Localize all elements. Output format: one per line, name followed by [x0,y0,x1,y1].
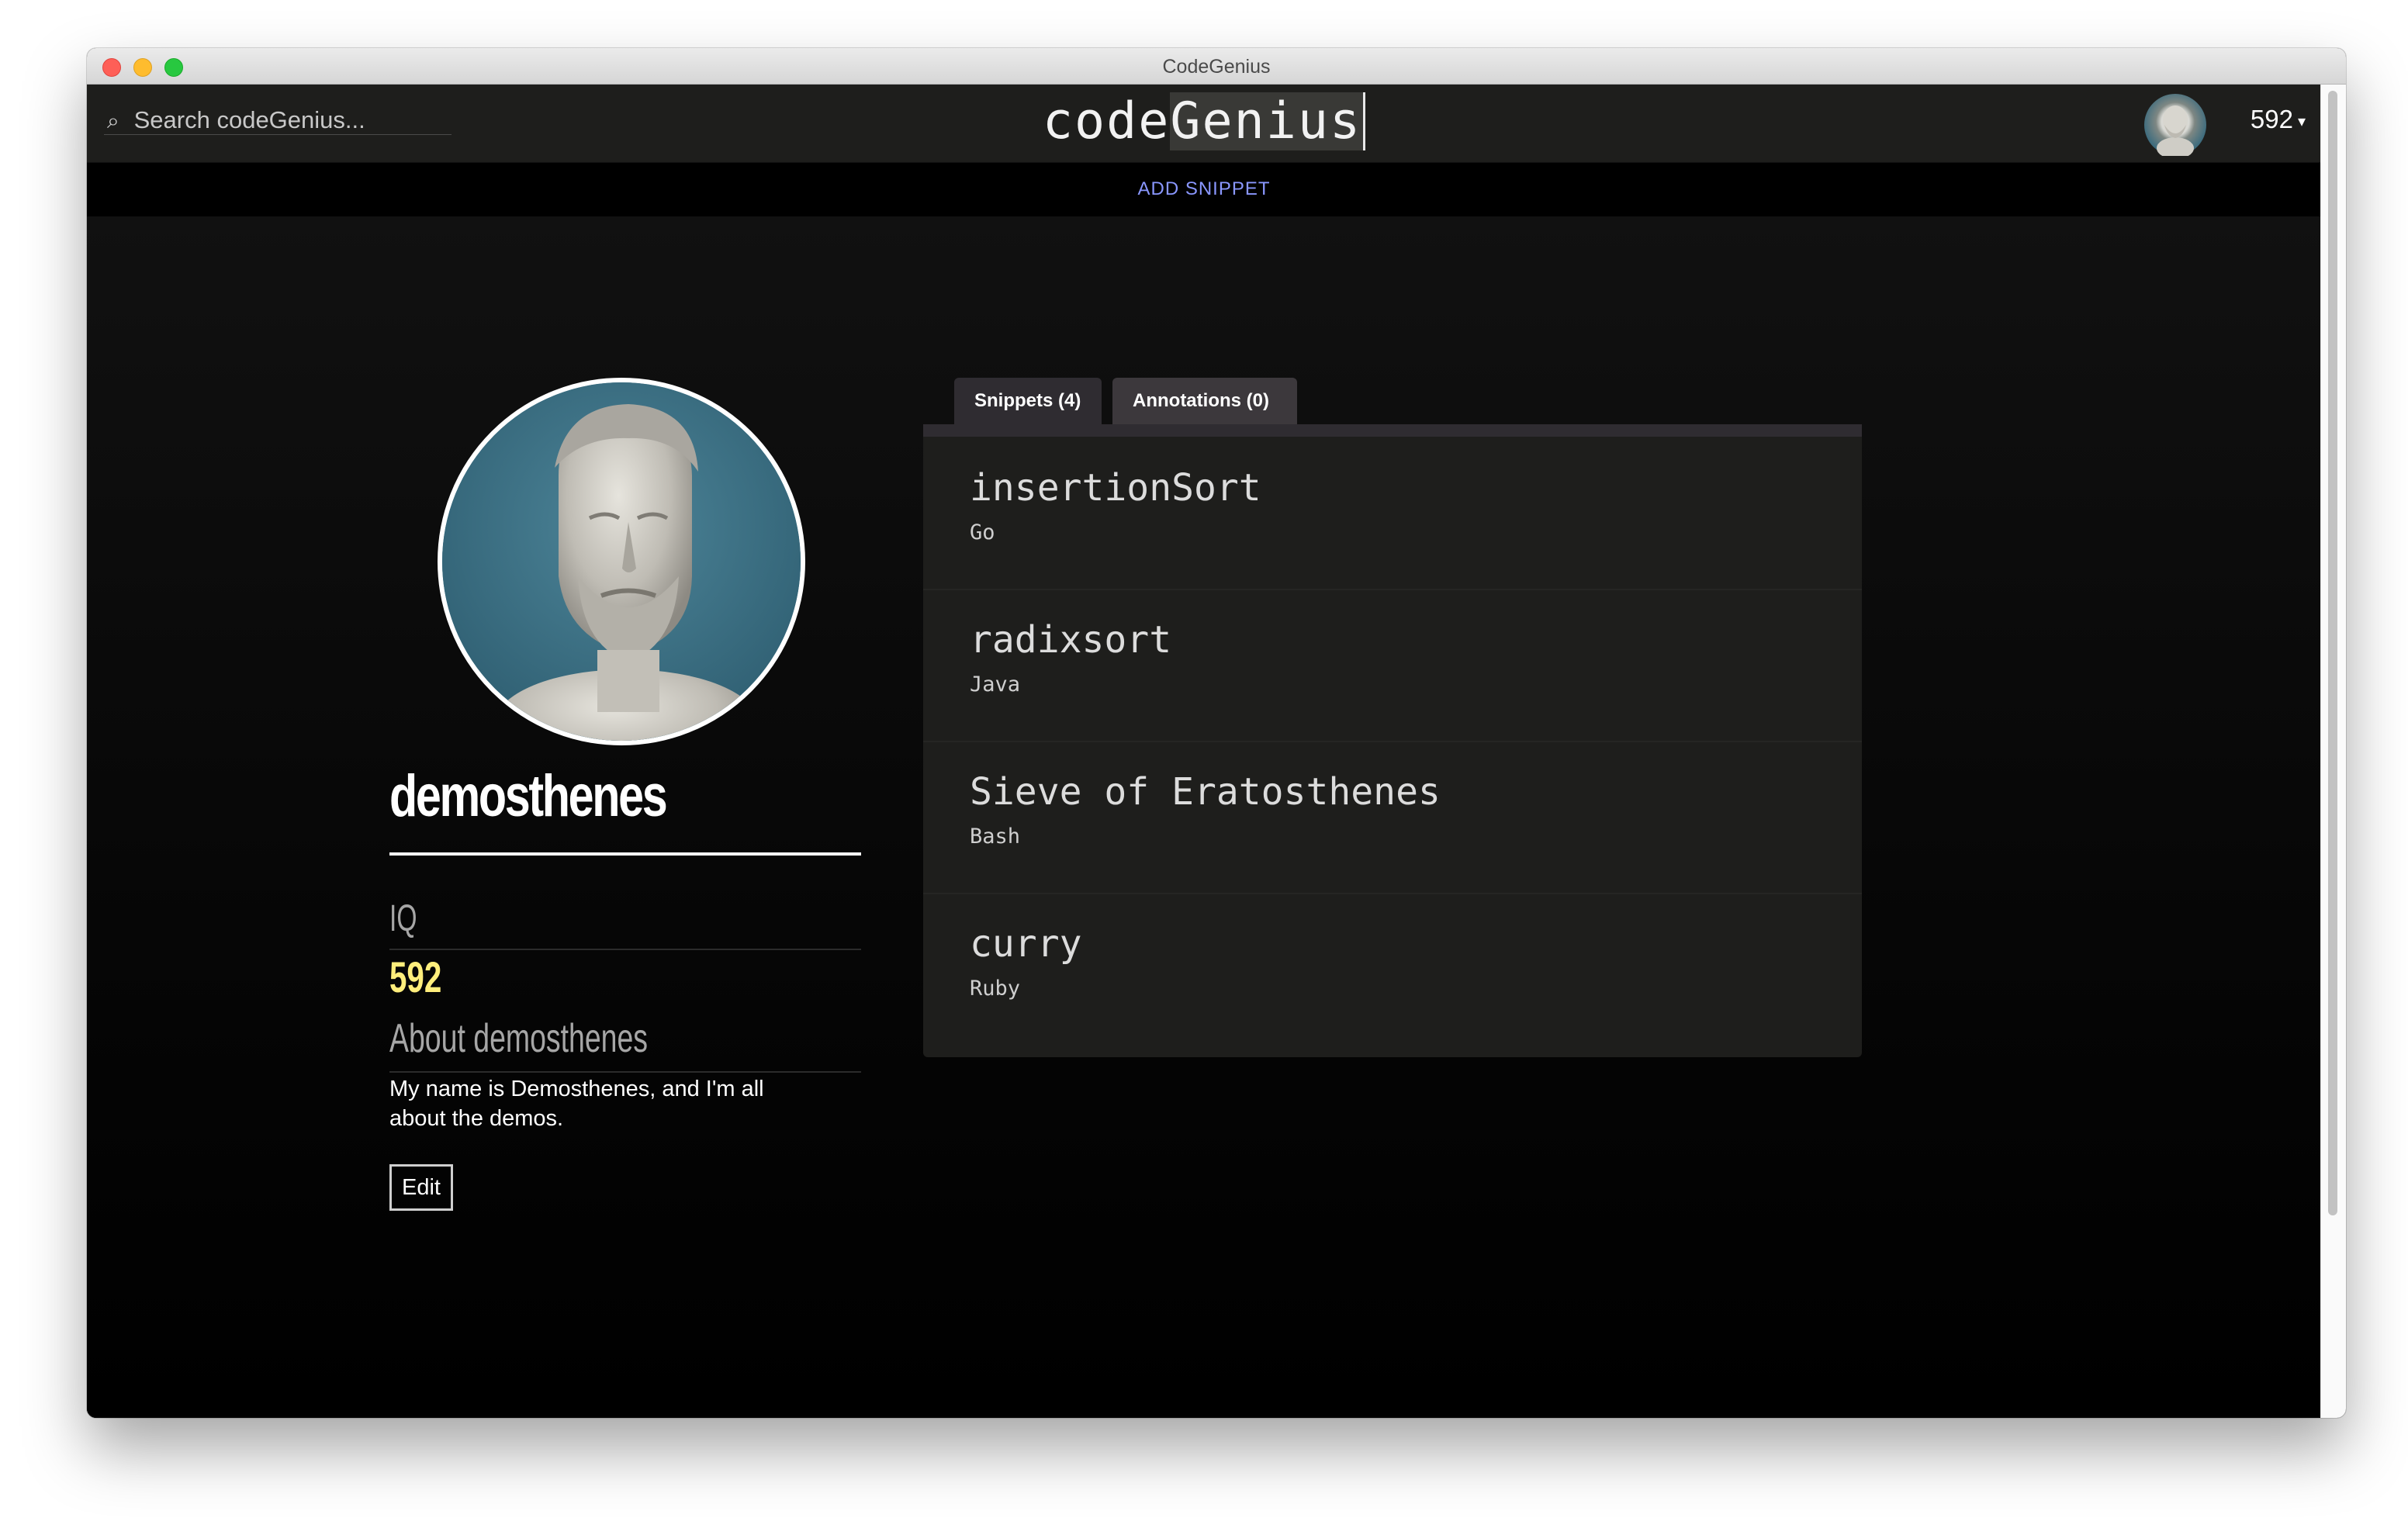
scrollbar-thumb[interactable] [2328,91,2337,1215]
user-iq-value: 592 [2250,105,2293,133]
snippet-title: curry [970,922,1082,966]
bust-avatar-icon [2157,105,2194,159]
add-snippet-link[interactable]: ADD SNIPPET [1137,178,1270,200]
about-text: My name is Demosthenes, and I'm all abou… [389,1077,764,1131]
snippets-panel: insertionSort Go radixsort Java Sieve of… [923,424,1862,1057]
snippet-language: Bash [970,824,1021,849]
edit-profile-button[interactable]: Edit [389,1164,453,1211]
about-divider [389,1071,861,1073]
brand-logo[interactable]: codeGenius [87,92,2321,150]
secondary-navbar: ADD SNIPPET [87,163,2321,216]
page-content: ⌕ Search codeGenius... codeGenius 592 ▾ A… [87,85,2321,1418]
snippet-item[interactable]: radixsort Java [923,589,1862,742]
bust-portrait-icon [442,382,801,741]
snippet-item[interactable]: Sieve of Eratosthenes Bash [923,741,1862,894]
snippet-title: insertionSort [970,466,1261,510]
user-avatar[interactable] [2144,94,2206,159]
profile-username: demosthenes [389,763,668,829]
profile-avatar [438,378,805,745]
vertical-scrollbar[interactable] [2320,85,2346,1418]
iq-divider [389,949,861,950]
snippet-item[interactable]: insertionSort Go [923,437,1862,590]
snippet-language: Java [970,672,1021,697]
window-title: CodeGenius [1162,56,1271,78]
snippet-language: Ruby [970,977,1021,1001]
snippet-language: Go [970,520,995,544]
tab-annotations[interactable]: Annotations (0) [1112,378,1297,424]
tab-snippets[interactable]: Snippets (4) [954,378,1102,424]
chevron-down-icon: ▾ [2297,112,2306,130]
username-divider [389,852,861,856]
iq-label: IQ [389,898,417,939]
profile-page: demosthenes IQ 592 About demosthenes My … [87,216,2321,1418]
snippet-item[interactable]: curry Ruby [923,893,1862,1045]
app-window: CodeGenius ⌕ Search codeGenius... codeGe… [87,48,2346,1418]
about-heading: About demosthenes [389,1016,649,1061]
top-navbar: ⌕ Search codeGenius... codeGenius 592 ▾ [87,85,2321,163]
user-iq-menu[interactable]: 592 ▾ [2251,105,2306,134]
snippet-title: radixsort [970,618,1172,662]
snippet-title: Sieve of Eratosthenes [970,770,1441,814]
brand-prefix: code [1042,92,1171,150]
iq-value: 592 [389,952,442,1001]
brand-highlight: Genius [1170,92,1366,150]
window-titlebar: CodeGenius [87,48,2346,85]
